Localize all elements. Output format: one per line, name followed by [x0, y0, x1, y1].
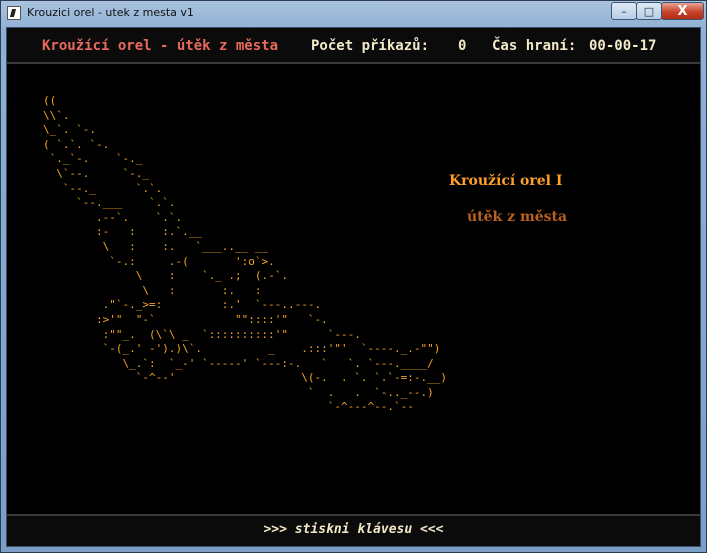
app-window: Krouzici orel - utek z mesta v1 – □ X Kr… [0, 0, 707, 553]
game-title: Kroužící orel - útěk z města [42, 38, 279, 54]
status-bar: Kroužící orel - útěk z města Počet příka… [7, 28, 700, 64]
game-console[interactable]: Kroužící orel - útěk z města Počet příka… [6, 27, 701, 547]
scene-subtitle: útěk z města [467, 209, 568, 225]
minimize-button[interactable]: – [611, 2, 637, 20]
title-bar[interactable]: Krouzici orel - utek z mesta v1 – □ X [1, 1, 706, 27]
commands-count: 0 [458, 38, 467, 54]
window-title: Krouzici orel - utek z mesta v1 [27, 6, 194, 19]
play-time-label: Čas hraní: [492, 38, 577, 54]
play-time-value: 00-00-17 [589, 38, 657, 54]
commands-label: Počet příkazů: [311, 38, 430, 54]
eagle-ascii-art: (( \\`. \_`. `-. ( `.`. `-. `._`-. `-._ … [43, 94, 447, 414]
scene-title: Kroužící orel I [449, 173, 563, 189]
prompt-bar: >>> stiskni klávesu <<< [7, 514, 700, 546]
maximize-button[interactable]: □ [636, 2, 662, 20]
press-key-prompt[interactable]: >>> stiskni klávesu <<< [7, 522, 700, 537]
app-icon [7, 6, 21, 20]
close-button[interactable]: X [661, 2, 704, 20]
